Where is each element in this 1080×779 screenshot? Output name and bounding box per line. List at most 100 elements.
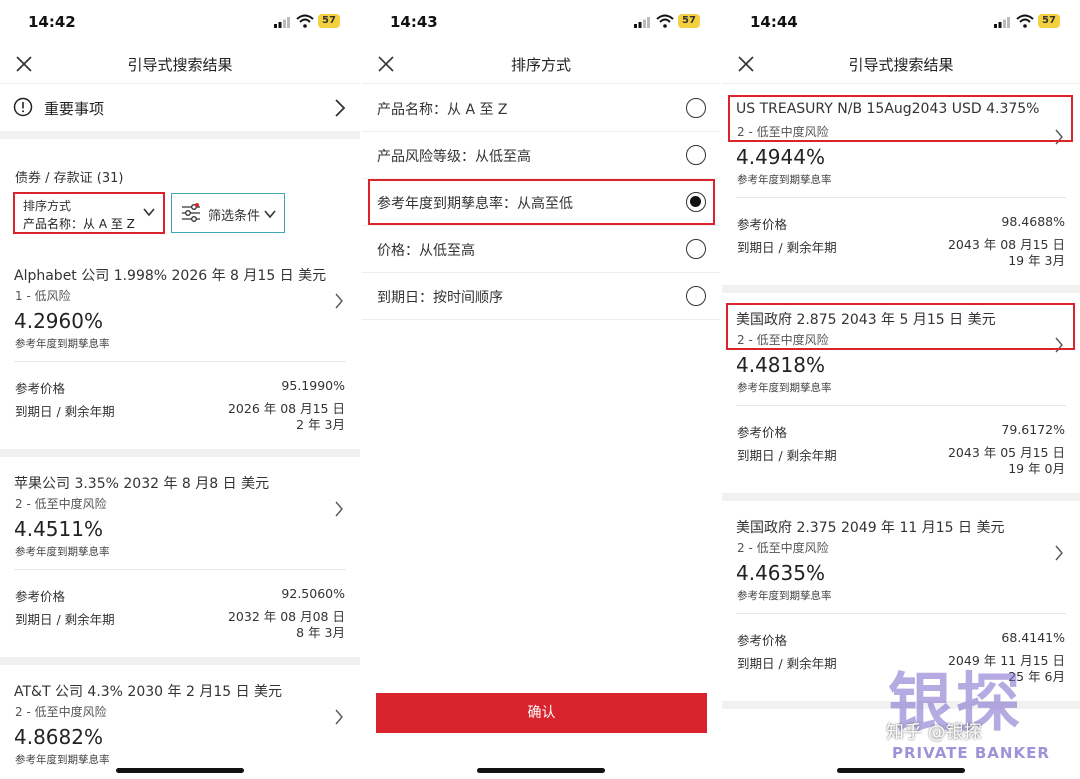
highlight-box	[726, 303, 1075, 350]
maturity-label: 到期日 / 剩余年期	[737, 656, 837, 671]
status-bar: 14:43 57	[362, 0, 720, 44]
maturity-label: 到期日 / 剩余年期	[737, 448, 837, 463]
sort-option-price[interactable]: 价格：从低至高	[362, 226, 720, 273]
card-separator	[722, 701, 1080, 709]
risk-level: 2 - 低至中度风险	[15, 705, 107, 719]
filter-sliders-icon	[182, 203, 200, 222]
battery-icon: 57	[318, 14, 340, 28]
maturity-value: 2049 年 11 月15 日 25 年 6月	[948, 653, 1065, 685]
bond-card[interactable]: 苹果公司 3.35% 2032 年 8 月8 日 美元 2 - 低至中度风险 4…	[0, 473, 360, 653]
cellular-signal-icon	[634, 17, 650, 28]
risk-level: 2 - 低至中度风险	[15, 497, 107, 511]
radio-icon[interactable]	[686, 98, 706, 118]
bond-card[interactable]: Alphabet 公司 1.998% 2026 年 8 月15 日 美元 1 -…	[0, 265, 360, 445]
nav-bar: 引导式搜索结果	[0, 44, 360, 84]
status-time: 14:44	[750, 13, 798, 31]
sort-option-label: 价格：从低至高	[377, 243, 475, 259]
price-value: 98.4688%	[1001, 214, 1065, 229]
page-title: 排序方式	[510, 56, 571, 74]
card-separator	[722, 285, 1080, 293]
radio-icon[interactable]	[686, 145, 706, 165]
divider	[14, 361, 346, 362]
bond-name: Alphabet 公司 1.998% 2026 年 8 月15 日 美元	[14, 268, 327, 284]
yield-value: 4.2960%	[14, 309, 103, 333]
cellular-signal-icon	[994, 17, 1010, 28]
yield-label: 参考年度到期孳息率	[737, 590, 832, 602]
price-value: 92.5060%	[281, 586, 345, 601]
chevron-right-icon	[335, 293, 343, 309]
yield-value: 4.4944%	[736, 145, 825, 169]
card-separator	[0, 449, 360, 457]
divider	[14, 569, 346, 570]
maturity-date: 2049 年 11 月15 日	[947, 653, 1065, 668]
sort-option-name[interactable]: 产品名称：从 A 至 Z	[362, 85, 720, 132]
remaining-term: 2 年 3月	[296, 417, 345, 432]
wifi-icon	[296, 14, 314, 28]
remaining-term: 19 年 3月	[1008, 253, 1065, 268]
sort-button[interactable]: 排序方式 产品名称：从 A 至 Z	[13, 192, 165, 234]
maturity-label: 到期日 / 剩余年期	[15, 612, 115, 627]
maturity-date: 2026 年 08 月15 日	[227, 401, 345, 416]
wifi-icon	[1016, 14, 1034, 28]
divider	[736, 613, 1066, 614]
sort-label: 排序方式	[23, 199, 72, 213]
maturity-value: 2026 年 08 月15 日2 年 3月	[228, 401, 345, 433]
sort-option-risk[interactable]: 产品风险等级：从低至高	[362, 132, 720, 179]
yield-value: 4.4511%	[14, 517, 103, 541]
divider	[736, 197, 1066, 198]
info-circle-icon	[13, 97, 33, 117]
maturity-value: 2043 年 05 月15 日 19 年 0月	[948, 445, 1065, 477]
bond-card[interactable]: AT&T 公司 4.3% 2030 年 2 月15 日 美元 2 - 低至中度风…	[0, 681, 360, 779]
yield-value: 4.4818%	[736, 353, 825, 377]
maturity-value: 2032 年 08 月08 日8 年 3月	[228, 609, 345, 641]
wifi-icon	[656, 14, 674, 28]
chevron-right-icon	[335, 501, 343, 517]
chevron-down-icon	[143, 208, 155, 217]
section-divider	[0, 131, 360, 139]
status-bar: 14:42 57	[0, 0, 360, 44]
yield-label: 参考年度到期孳息率	[737, 174, 832, 186]
radio-icon[interactable]	[686, 286, 706, 306]
nav-bar: 排序方式	[362, 44, 720, 84]
chevron-right-icon	[1055, 545, 1063, 561]
price-label: 参考价格	[15, 589, 66, 604]
maturity-date: 2043 年 05 月15 日	[947, 445, 1065, 460]
card-separator	[722, 493, 1080, 501]
bond-card[interactable]: 美国政府 2.375 2049 年 11 月15 日 美元 2 - 低至中度风险…	[722, 517, 1080, 697]
yield-label: 参考年度到期孳息率	[15, 546, 110, 558]
price-label: 参考价格	[15, 381, 66, 396]
price-label: 参考价格	[737, 425, 788, 440]
battery-icon: 57	[1038, 14, 1060, 28]
sort-option-maturity[interactable]: 到期日：按时间顺序	[362, 273, 720, 320]
screen-search-results-sorted-by-name: 14:42 57 引导式搜索结果 重要事项 债券 / 存款证 (31) 排序方式…	[0, 0, 360, 779]
price-value: 95.1990%	[281, 378, 345, 393]
radio-icon[interactable]	[686, 239, 706, 259]
yield-value: 4.8682%	[14, 725, 103, 749]
chevron-right-icon	[335, 709, 343, 725]
price-label: 参考价格	[737, 217, 788, 232]
bond-name: 美国政府 2.375 2049 年 11 月15 日 美元	[736, 520, 1005, 536]
battery-icon: 57	[678, 14, 700, 28]
remaining-term: 25 年 6月	[1008, 669, 1065, 684]
highlight-box	[368, 179, 715, 225]
important-notice-row[interactable]: 重要事项	[0, 85, 360, 131]
chevron-down-icon	[264, 210, 276, 219]
risk-level: 1 - 低风险	[15, 289, 71, 303]
remaining-term: 8 年 3月	[296, 625, 345, 640]
confirm-button[interactable]: 确认	[376, 693, 707, 733]
maturity-date: 2043 年 08 月15 日	[947, 237, 1065, 252]
home-indicator	[837, 768, 965, 773]
remaining-term: 19 年 0月	[1008, 461, 1065, 476]
maturity-date: 2032 年 08 月08 日	[227, 609, 345, 624]
yield-label: 参考年度到期孳息率	[15, 754, 110, 766]
bond-name: AT&T 公司 4.3% 2030 年 2 月15 日 美元	[14, 684, 283, 700]
cellular-signal-icon	[274, 17, 290, 28]
screen-search-results-sorted-by-yield: 14:44 57 引导式搜索结果 US TREASURY N/B 15Aug20…	[722, 0, 1080, 779]
sort-option-label: 产品风险等级：从低至高	[377, 149, 531, 165]
chevron-right-icon	[335, 99, 346, 117]
nav-bar: 引导式搜索结果	[722, 44, 1080, 84]
notice-label: 重要事项	[44, 100, 105, 118]
maturity-label: 到期日 / 剩余年期	[15, 404, 115, 419]
page-title: 引导式搜索结果	[848, 56, 954, 74]
filter-button[interactable]: 筛选条件	[171, 193, 285, 233]
